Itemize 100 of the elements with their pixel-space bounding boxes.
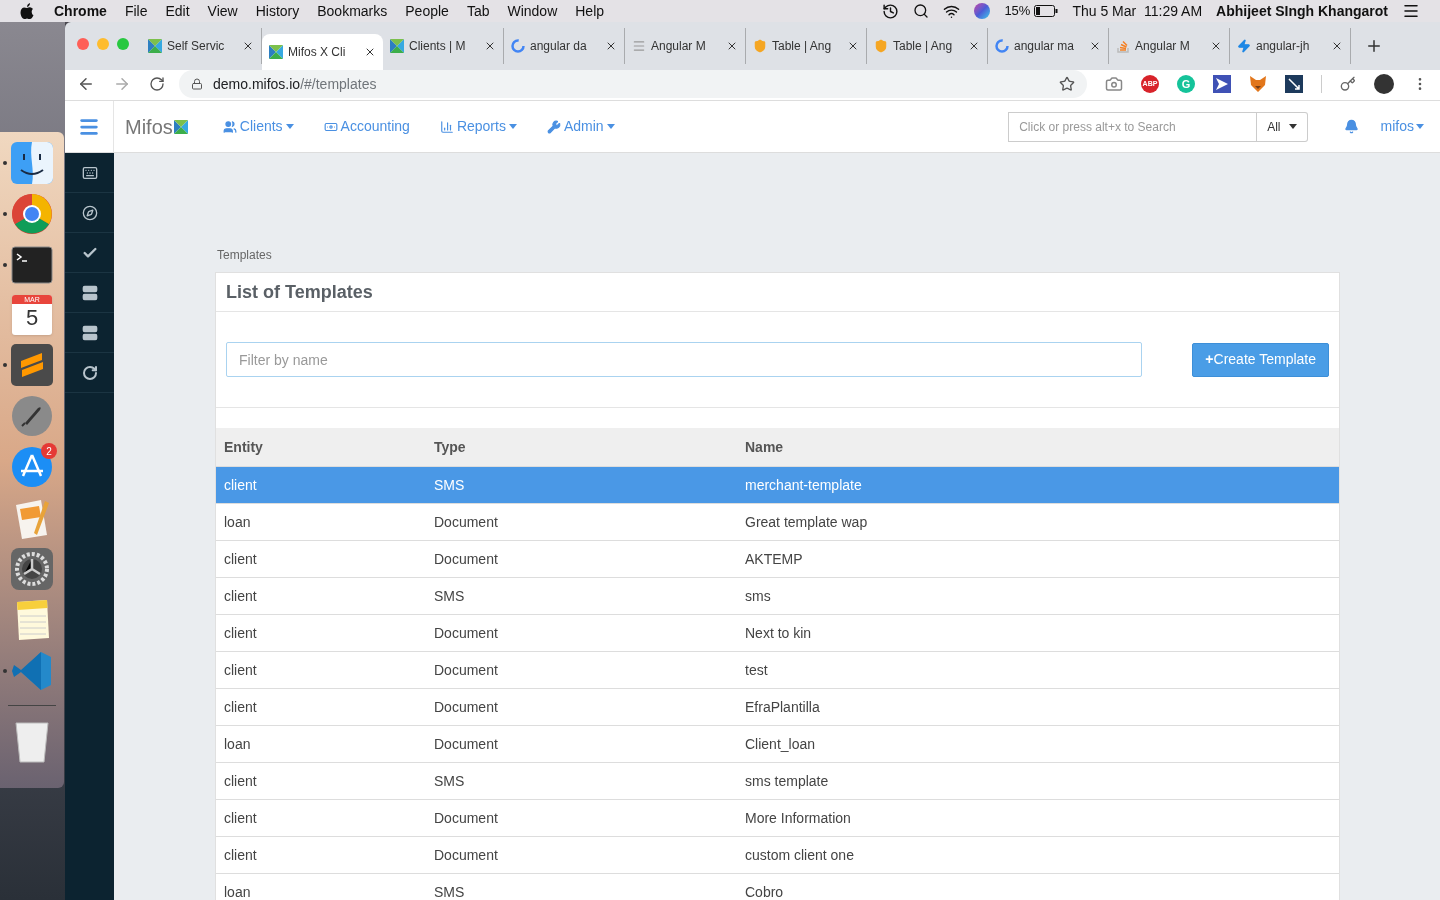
list-icon[interactable] [1402,2,1420,20]
menu-item[interactable]: View [207,0,238,22]
terminal-icon[interactable] [11,244,53,286]
tab-title: angular da [530,38,588,55]
close-icon[interactable] [1089,40,1101,52]
address-bar[interactable]: demo.mifos.io/#/templates [179,70,1087,98]
table-cell-text: Document [434,697,499,717]
column-header: Entity [224,437,264,457]
filter-field[interactable]: Filter by name [226,342,1143,377]
close-icon[interactable] [1210,40,1222,52]
menu-item[interactable]: History [255,0,300,22]
close-icon[interactable] [364,46,376,58]
stack-icon [1116,39,1130,53]
close-icon[interactable] [484,40,496,52]
app-letter-a-icon[interactable] [11,446,53,488]
nav-label: Admin [563,117,604,136]
table-cell-text: SMS [434,475,466,495]
caret-icon [606,124,615,129]
menu-item[interactable]: People [405,0,449,22]
close-icon[interactable] [968,40,980,52]
menu-item[interactable]: File [124,0,148,22]
browser-tab[interactable]: Self Servic [141,28,262,64]
table-cell-text: test [745,660,768,680]
browser-tab[interactable]: Clients | M [383,28,504,64]
app-menu[interactable]: Chrome [54,0,107,22]
shield-icon [753,39,767,53]
camera-icon[interactable] [1105,75,1123,93]
paper-plane-icon[interactable] [1213,75,1231,93]
caret-icon [285,124,294,129]
trash-can-icon[interactable] [12,719,52,763]
table-cell-text: SMS [434,882,466,900]
browser-tab[interactable]: Angular M [1109,28,1230,64]
browser-tab[interactable]: Table | Ang [746,28,867,64]
g-logo-icon [995,39,1009,53]
tab-title: angular-jh [1256,38,1311,55]
x-logo-icon [390,39,404,53]
browser-tab[interactable]: Angular M [625,28,746,64]
orb-icon[interactable] [974,3,991,19]
menu-item[interactable]: Tab [466,0,490,22]
battery-percent: 15% [1004,2,1031,21]
smiling-face-icon[interactable] [11,142,53,184]
table-cell-text: More Information [745,808,851,828]
server-icon[interactable] [81,284,98,301]
keyboard-icon[interactable] [81,164,98,181]
new-tab-icon[interactable] [1365,37,1383,55]
avatar-icon[interactable] [1374,74,1394,94]
close-icon[interactable] [605,40,617,52]
table-cell-text: SMS [434,586,466,606]
refresh-icon[interactable] [81,364,98,381]
browser-tab[interactable]: angular da [504,28,625,64]
g-logo-icon [511,39,525,53]
menu-item[interactable]: Window [507,0,558,22]
browser-tab[interactable]: angular ma [988,28,1109,64]
battery-icon[interactable] [1034,5,1059,17]
table-cell-text: client [224,660,258,680]
table-row[interactable]: loan SMS Cobro [216,873,1339,900]
browser-tab[interactable]: angular-jh [1230,28,1351,64]
menu-clock[interactable]: Thu 5 Mar 11:29 AM [1072,0,1203,22]
browser-tab[interactable]: Mifos X Cli [262,34,383,70]
tab-title: Table | Ang [893,38,954,55]
calendar-day: 5 [25,304,39,332]
table-cell-text: Document [434,660,499,680]
search-icon[interactable] [913,3,930,19]
nav-label: Clients [239,117,283,136]
gear-icon[interactable] [11,548,53,590]
table-cell-text: client [224,549,258,569]
close-icon[interactable] [1331,40,1343,52]
menu-item[interactable]: Help [575,0,605,22]
browser-icon[interactable] [11,193,53,235]
table-cell-text: EfraPlantilla [745,697,820,717]
mifos-logo[interactable]: Mifos [125,111,188,142]
table-cell-text: AKTEMP [745,549,803,569]
card-title: List of Templates [216,273,1339,312]
back-icon[interactable] [77,75,95,93]
s-shape-icon[interactable] [11,344,53,386]
bookmark-star-icon[interactable] [1059,76,1075,92]
key-icon[interactable] [1340,76,1356,92]
notification-bell-icon[interactable] [1343,119,1359,134]
menu-item[interactable]: Edit [165,0,190,22]
table-cell-text: Document [434,845,499,865]
search-field[interactable]: Click or press alt+x to Search [1008,111,1258,142]
compass-icon[interactable] [81,204,98,221]
reload-icon[interactable] [149,76,165,92]
clock-arrow-icon[interactable] [882,2,900,20]
browser-tab[interactable]: Table | Ang [867,28,988,64]
apple-icon[interactable] [20,3,34,19]
bolt-icon [1237,39,1251,53]
server-icon[interactable] [81,324,98,341]
user-name[interactable]: Abhijeet SIngh Khangarot [1216,0,1388,22]
table-cell-text: Document [434,623,499,643]
menu-item[interactable]: Bookmarks [317,0,388,22]
table-cell-text: merchant-template [745,475,862,495]
table-cell-text: sms template [745,771,829,791]
scope-dropdown[interactable]: All [1257,111,1308,142]
nav-label: Reports [456,117,506,136]
close-icon[interactable] [726,40,738,52]
close-icon[interactable] [242,40,254,52]
table-cell-text: client [224,808,258,828]
fox-icon[interactable] [1249,75,1267,93]
close-icon[interactable] [847,40,859,52]
